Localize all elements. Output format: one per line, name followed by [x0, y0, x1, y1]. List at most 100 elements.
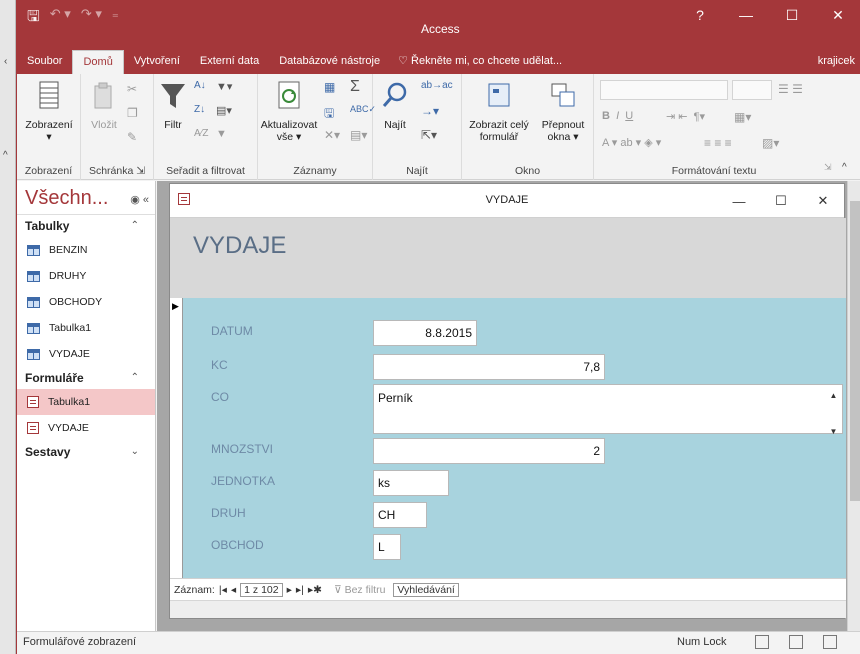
- field-datum[interactable]: 8.8.2015: [373, 320, 477, 346]
- alt-row-color-icon[interactable]: ▨▾: [762, 136, 792, 150]
- new-record-button[interactable]: ▸✱: [308, 584, 322, 596]
- nav-item-label: Tabulka1: [49, 322, 92, 334]
- copy-icon[interactable]: ❐: [127, 106, 141, 120]
- sort-ascending-icon[interactable]: A↓: [194, 80, 208, 94]
- field-co-scroll[interactable]: ▲ ▼: [827, 387, 840, 436]
- horizontal-scrollbar[interactable]: [170, 600, 846, 618]
- maximize-button[interactable]: ☐: [769, 0, 815, 30]
- undo-icon[interactable]: ↶ ▾: [50, 6, 71, 31]
- nav-section-tabulky[interactable]: Tabulky ⌃: [17, 215, 155, 237]
- form-maximize-button[interactable]: ☐: [760, 184, 802, 218]
- field-kc[interactable]: 7,8: [373, 354, 605, 380]
- table-icon: [27, 244, 40, 256]
- view-button[interactable]: Zobrazení ▾: [21, 80, 77, 143]
- design-view-icon[interactable]: [823, 635, 837, 649]
- tab-externi-data[interactable]: Externí data: [190, 50, 269, 74]
- align-icons[interactable]: ≡ ≡ ≡: [704, 136, 764, 150]
- field-jednotka[interactable]: ks: [373, 470, 449, 496]
- form-minimize-button[interactable]: —: [718, 184, 760, 218]
- next-record-button[interactable]: ▸: [287, 584, 292, 596]
- list-icons[interactable]: ☰ ☰: [778, 82, 818, 96]
- label-datum: DATUM: [211, 324, 253, 338]
- totals-icon[interactable]: Σ: [350, 78, 364, 95]
- field-mnozstvi[interactable]: 2: [373, 438, 605, 464]
- nav-header[interactable]: Všechn... ◉ «: [17, 181, 155, 215]
- nav-table-obchody[interactable]: OBCHODY: [17, 289, 155, 315]
- help-button[interactable]: ?: [677, 0, 723, 30]
- tell-me-box[interactable]: ♡ Řekněte mi, co chcete udělat...: [390, 50, 570, 74]
- replace-icon[interactable]: ab→ac: [421, 80, 453, 94]
- form-view-icon[interactable]: [755, 635, 769, 649]
- filter-button-label: Filtr: [164, 119, 182, 131]
- switch-windows-icon: [551, 83, 575, 107]
- gridlines-icon[interactable]: ▦▾: [734, 110, 774, 124]
- tab-domu[interactable]: Domů: [72, 50, 124, 74]
- last-record-button[interactable]: ▸|: [296, 584, 304, 596]
- nav-menu-icon[interactable]: ◉ «: [130, 193, 149, 206]
- new-record-icon[interactable]: ▦: [324, 80, 338, 94]
- nav-form-vydaje[interactable]: VYDAJE: [17, 415, 155, 441]
- spelling-icon[interactable]: ABC✓: [350, 104, 376, 118]
- nav-form-tabulka1[interactable]: Tabulka1: [17, 389, 155, 415]
- nav-section-sestavy[interactable]: Sestavy ⌄: [17, 441, 155, 463]
- prev-record-button[interactable]: ◂: [231, 584, 236, 596]
- field-co[interactable]: Perník ▲ ▼: [373, 384, 843, 436]
- tab-vytvoreni[interactable]: Vytvoření: [124, 50, 190, 74]
- close-button[interactable]: ✕: [815, 0, 860, 30]
- nav-section-formulare[interactable]: Formuláře ⌃: [17, 367, 155, 389]
- more-records-icon[interactable]: ▤▾: [350, 128, 367, 142]
- first-record-button[interactable]: |◂: [219, 584, 227, 596]
- app-title: Access: [421, 22, 460, 36]
- nav-title: Všechn...: [25, 187, 109, 209]
- scroll-thumb[interactable]: [850, 201, 860, 501]
- field-obchod[interactable]: L: [373, 534, 401, 560]
- tab-soubor[interactable]: Soubor: [17, 50, 72, 74]
- nav-table-tabulka1[interactable]: Tabulka1: [17, 315, 155, 341]
- refresh-all-button[interactable]: Aktualizovat vše ▾: [258, 80, 320, 143]
- cut-icon[interactable]: ✂: [127, 82, 141, 96]
- paste-button[interactable]: Vložit: [85, 80, 123, 131]
- font-name-dropdown[interactable]: [600, 80, 728, 100]
- user-name[interactable]: krajicek: [818, 50, 855, 72]
- sort-descending-icon[interactable]: Z↓: [194, 104, 208, 118]
- size-to-fit-button[interactable]: Zobrazit celý formulář: [466, 80, 532, 143]
- group-schranka: Vložit ✂ ❐ ✎ Schránka ⇲: [81, 74, 154, 180]
- delete-record-icon[interactable]: ✕▾: [324, 128, 340, 142]
- label-druh: DRUH: [211, 506, 246, 520]
- toggle-filter-icon[interactable]: ▼: [216, 128, 230, 142]
- nav-table-vydaje[interactable]: VYDAJE: [17, 341, 155, 367]
- collapse-ribbon-icon[interactable]: ^: [842, 162, 856, 176]
- font-size-dropdown[interactable]: [732, 80, 772, 100]
- record-selector[interactable]: ▶: [170, 298, 183, 578]
- nav-table-druhy[interactable]: DRUHY: [17, 263, 155, 289]
- save-icon[interactable]: 🖫: [27, 6, 40, 31]
- remove-sort-icon[interactable]: A⁄Z: [194, 128, 208, 142]
- redo-icon[interactable]: ↷ ▾: [81, 6, 102, 31]
- vertical-scrollbar[interactable]: [847, 181, 860, 631]
- form-close-button[interactable]: ✕: [802, 184, 844, 218]
- group-label-okno: Okno: [514, 165, 541, 177]
- format-painter-icon[interactable]: ✎: [127, 130, 141, 144]
- select-icon[interactable]: ⇱▾: [421, 128, 437, 142]
- customize-qat-icon[interactable]: ₌: [112, 6, 119, 31]
- form-window-titlebar[interactable]: VYDAJE — ☐ ✕: [170, 184, 844, 218]
- record-position-input[interactable]: 1 z 102: [240, 582, 283, 597]
- layout-view-icon[interactable]: [789, 635, 803, 649]
- go-to-icon[interactable]: →▾: [421, 104, 439, 118]
- tab-databazove-nastroje[interactable]: Databázové nástroje: [269, 50, 390, 74]
- filter-status[interactable]: ⊽ Bez filtru: [334, 584, 385, 596]
- filter-button[interactable]: Filtr: [156, 80, 190, 131]
- save-record-icon[interactable]: 🖫: [324, 104, 338, 120]
- form-window-controls: — ☐ ✕: [718, 184, 844, 218]
- indent-icons[interactable]: ⇥ ⇤ ¶▾: [666, 110, 736, 124]
- selection-filter-icon[interactable]: ▼▾: [216, 80, 232, 94]
- font-color-icons[interactable]: A ▾ ab ▾ ◈ ▾: [602, 136, 712, 150]
- search-box[interactable]: Vyhledávání: [393, 582, 459, 597]
- nav-table-benzin[interactable]: BENZIN: [17, 237, 155, 263]
- advanced-filter-icon[interactable]: ▤▾: [216, 104, 232, 118]
- ribbon: Zobrazení ▾ Zobrazení Vložit ✂ ❐ ✎ Schrá…: [17, 74, 860, 180]
- switch-windows-button[interactable]: Přepnout okna ▾: [534, 80, 592, 143]
- field-druh[interactable]: CH: [373, 502, 427, 528]
- find-button[interactable]: Najít: [375, 80, 415, 131]
- minimize-button[interactable]: —: [723, 0, 769, 30]
